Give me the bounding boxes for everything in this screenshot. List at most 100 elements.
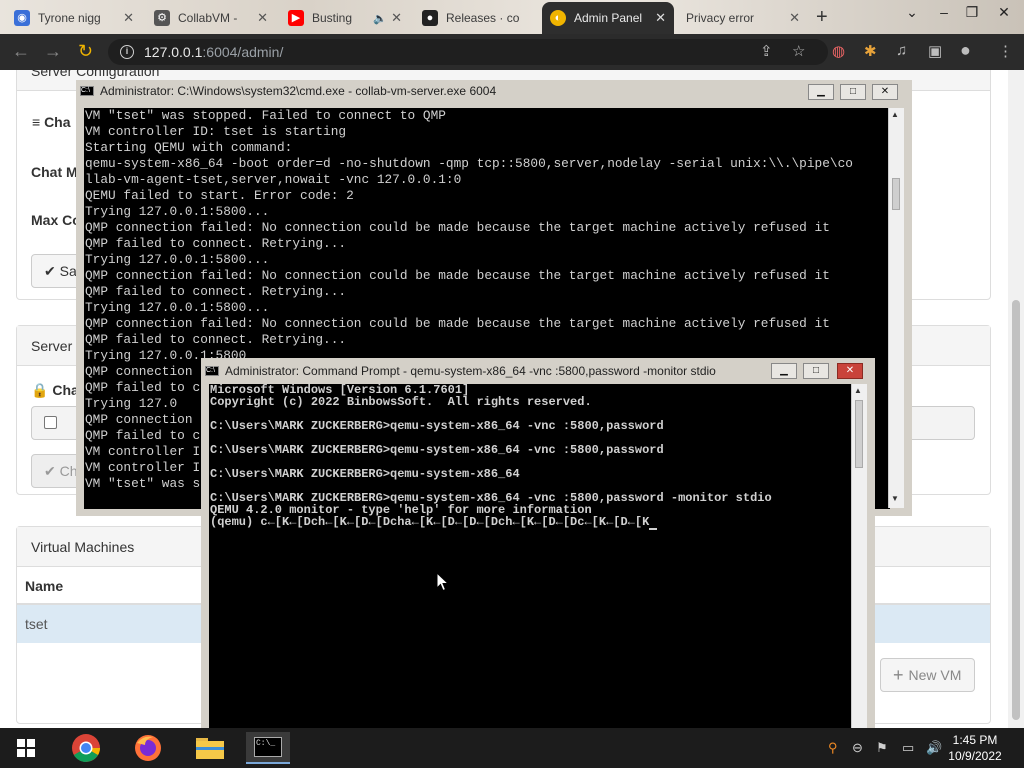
tab-1[interactable]: ◉ Tyrone nigg ✕: [6, 2, 142, 34]
close-icon[interactable]: ✕: [391, 10, 402, 26]
scrollbar-thumb[interactable]: [855, 400, 863, 468]
command-prompt-window[interactable]: C:\ Administrator: Command Prompt - qemu…: [201, 358, 875, 730]
close-icon[interactable]: ✕: [655, 10, 666, 26]
close-icon[interactable]: ✕: [789, 10, 800, 26]
minimize-button[interactable]: ▁: [808, 84, 834, 100]
check-icon: ✔: [44, 462, 60, 479]
new-tab-icon[interactable]: +: [816, 6, 828, 29]
tab-2-title: CollabVM -: [178, 11, 238, 25]
tab-1-title: Tyrone nigg: [38, 11, 101, 25]
close-button[interactable]: ✕: [872, 84, 898, 100]
server-configuration-title: Server Configuration: [31, 70, 160, 79]
close-button[interactable]: ✕: [837, 363, 863, 379]
speaker-icon[interactable]: 🔈: [373, 12, 387, 25]
minimize-button[interactable]: ▁: [771, 363, 797, 379]
console-line: Starting QEMU with command:: [85, 140, 293, 155]
console-line: llab-vm-agent-tset,server,nowait -vnc 12…: [85, 172, 462, 187]
scroll-down-icon[interactable]: ▼: [891, 494, 899, 503]
console-line: QMP failed to connect. Retrying...: [85, 332, 347, 347]
console-line: QMP connection failed: No connection cou…: [85, 268, 830, 283]
text-cursor: [649, 516, 658, 530]
blue-favicon-icon: ◉: [14, 10, 30, 26]
checkbox[interactable]: [44, 416, 57, 429]
close-icon[interactable]: ✕: [257, 10, 268, 26]
new-vm-button[interactable]: + New VM: [880, 658, 975, 692]
console-line: VM controller ID: tset is starting: [85, 124, 347, 139]
minus-circle-icon[interactable]: ⊖: [852, 740, 863, 756]
admin-panel-favicon-icon: ◐: [550, 10, 566, 26]
page-scrollbar[interactable]: [1008, 70, 1024, 728]
reload-icon[interactable]: ↻: [78, 41, 93, 62]
search-icon[interactable]: ⚲: [828, 740, 838, 756]
console-line: qemu-system-x86_64 -boot order=d -no-shu…: [85, 156, 853, 171]
console-line: Trying 127.0.0.1:5800...: [85, 300, 270, 315]
tab-admin-panel[interactable]: ◐ Admin Panel ✕: [542, 2, 674, 34]
cmd-icon: C:\_: [254, 737, 282, 757]
tab-5-title: Admin Panel: [574, 11, 643, 25]
tab-2[interactable]: ⚙ CollabVM - ✕: [146, 2, 276, 34]
chevron-down-icon[interactable]: ⌄: [896, 0, 928, 28]
star-icon[interactable]: ☆: [792, 42, 805, 60]
console-line: QMP connection failed: No connection cou…: [85, 220, 830, 235]
tab-6[interactable]: Privacy error ✕: [678, 2, 808, 34]
cmd-icon: C:\: [80, 86, 94, 96]
firefox-taskbar-button[interactable]: [126, 732, 170, 764]
window-titlebar[interactable]: C:\ Administrator: C:\Windows\system32\c…: [76, 80, 912, 102]
system-clock[interactable]: 1:45 PM 10/9/2022: [940, 732, 1010, 764]
file-explorer-taskbar-button[interactable]: [188, 732, 232, 764]
scrollbar-thumb[interactable]: [1012, 300, 1020, 720]
chrome-icon: [72, 734, 100, 762]
max-connections-label: Max Co: [31, 212, 81, 228]
forward-icon[interactable]: →: [44, 41, 62, 62]
console-scrollbar[interactable]: ▲: [851, 384, 867, 730]
console-line: Trying 127.0.0.1:5800...: [85, 204, 270, 219]
console-scrollbar[interactable]: ▲ ▼: [888, 108, 904, 508]
server-panel-title: Server: [31, 337, 73, 354]
info-icon[interactable]: i: [120, 45, 134, 59]
console-line: Trying 127.0.0.1:5800...: [85, 252, 270, 267]
chat-settings-label: ≡ Cha: [32, 114, 71, 130]
tab-4[interactable]: ● Releases · co: [414, 2, 540, 34]
flag-icon[interactable]: ⚑: [876, 740, 888, 756]
clock-time: 1:45 PM: [952, 733, 998, 747]
close-icon[interactable]: ✕: [123, 10, 134, 26]
scrollbar-thumb[interactable]: [892, 178, 900, 210]
console-line: C:\Users\MARK ZUCKERBERG>qemu-system-x86…: [210, 467, 520, 481]
command-prompt-taskbar-button[interactable]: C:\_: [246, 732, 290, 764]
share-icon[interactable]: ⇪: [760, 42, 773, 60]
github-icon: ●: [422, 10, 438, 26]
media-icon[interactable]: ♫: [896, 42, 907, 59]
console-line: C:\Users\MARK ZUCKERBERG>qemu-system-x86…: [210, 419, 664, 433]
maximize-button[interactable]: □: [803, 363, 829, 379]
chrome-taskbar-button[interactable]: [64, 732, 108, 764]
start-button[interactable]: [4, 732, 48, 764]
tab-3-title: Busting: [312, 11, 353, 25]
tab-6-title: Privacy error: [686, 11, 755, 25]
scroll-up-icon[interactable]: ▲: [854, 386, 862, 395]
url-host: 127.0.0.1: [144, 44, 203, 60]
network-icon[interactable]: ▭: [902, 740, 914, 756]
vm-name: tset: [25, 616, 48, 632]
close-window-icon[interactable]: ✕: [988, 0, 1020, 28]
folder-icon: [196, 738, 224, 759]
side-panel-icon[interactable]: ▣: [928, 42, 942, 60]
scroll-up-icon[interactable]: ▲: [891, 110, 899, 119]
back-icon[interactable]: ←: [12, 41, 30, 62]
tab-3[interactable]: ▶ Busting 🔈 ✕: [280, 2, 410, 34]
address-bar[interactable]: i 127.0.0.1 :6004/admin/: [108, 39, 828, 65]
check-icon: ✔: [44, 262, 60, 279]
change-password-label: 🔒 Cha: [31, 382, 79, 398]
window-title: Administrator: C:\Windows\system32\cmd.e…: [100, 84, 497, 98]
console-line: Copyright (c) 2022 BinbowsSoft. All righ…: [210, 395, 592, 409]
maximize-button[interactable]: □: [840, 84, 866, 100]
menu-icon[interactable]: ⋮: [998, 42, 1013, 60]
restore-icon[interactable]: ❐: [956, 0, 988, 28]
puzzle-icon[interactable]: ✱: [864, 42, 877, 60]
console-line: QEMU failed to start. Error code: 2: [85, 188, 354, 203]
avatar[interactable]: ●: [960, 40, 971, 61]
console-line: QMP failed to connect. Retrying...: [85, 236, 347, 251]
console-line: QMP failed to connect. Retrying...: [85, 284, 347, 299]
extension-flag-icon[interactable]: ◍: [832, 42, 845, 60]
mouse-pointer-icon: [436, 572, 450, 592]
console-output[interactable]: Microsoft Windows [Version 6.1.7601] Copy…: [209, 384, 851, 730]
